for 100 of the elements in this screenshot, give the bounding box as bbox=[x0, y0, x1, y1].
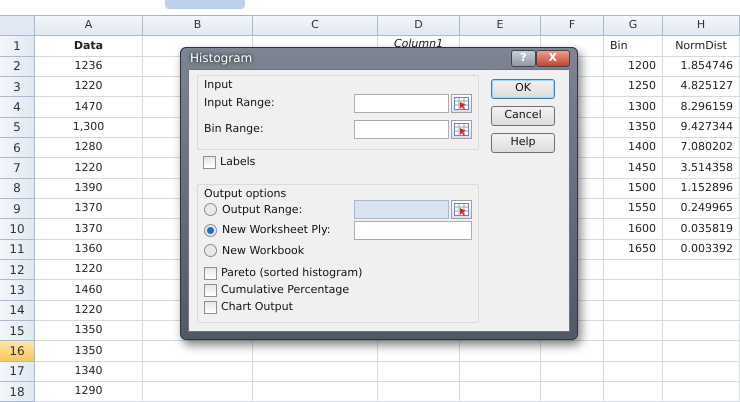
table-cell: 1350 bbox=[604, 118, 663, 138]
table-cell bbox=[604, 260, 663, 280]
column-header[interactable]: H bbox=[663, 16, 740, 36]
dialog-button[interactable]: OK bbox=[491, 78, 555, 98]
table-cell: 4.825127 bbox=[663, 76, 740, 98]
table-cell: 1220 bbox=[35, 260, 143, 280]
range-field[interactable] bbox=[354, 200, 449, 220]
dialog-button[interactable]: Help bbox=[491, 132, 555, 152]
table-cell: 1220 bbox=[35, 158, 143, 179]
table-cell bbox=[541, 382, 604, 402]
table-cell: 1340 bbox=[35, 362, 143, 382]
checkbox[interactable] bbox=[204, 267, 217, 280]
table-cell: 9.427344 bbox=[663, 118, 740, 138]
table-cell bbox=[604, 320, 663, 342]
row-header[interactable]: 11 bbox=[0, 240, 35, 260]
table-cell: 0.003392 bbox=[663, 240, 740, 260]
row-header[interactable]: 18 bbox=[0, 382, 35, 402]
dialog-button[interactable]: Cancel bbox=[491, 106, 555, 126]
window-title: Histogram bbox=[189, 50, 252, 68]
row-header[interactable]: 14 bbox=[0, 300, 35, 321]
column-header[interactable]: E bbox=[460, 16, 541, 36]
field-label: Bin Range: bbox=[204, 121, 265, 138]
row-header[interactable]: 7 bbox=[0, 158, 35, 179]
table-cell: 0.035819 bbox=[663, 219, 740, 240]
table-cell: 1,300 bbox=[35, 118, 143, 138]
row-header[interactable]: 3 bbox=[0, 76, 35, 98]
radio-button[interactable] bbox=[204, 203, 217, 216]
row-header[interactable]: 16 bbox=[0, 341, 35, 362]
range-picker-icon[interactable] bbox=[451, 120, 472, 139]
radio-button[interactable] bbox=[204, 224, 217, 237]
group-title: Input bbox=[204, 78, 234, 90]
table-cell: 1450 bbox=[604, 158, 663, 179]
column-header[interactable]: G bbox=[604, 16, 663, 36]
table-cell: 1470 bbox=[35, 97, 143, 118]
table-cell: 1600 bbox=[604, 219, 663, 240]
sheet-name-field[interactable] bbox=[354, 220, 472, 240]
table-cell: 1650 bbox=[604, 240, 663, 260]
row-header[interactable]: 6 bbox=[0, 138, 35, 158]
range-field[interactable] bbox=[354, 94, 449, 113]
table-cell: Bin bbox=[604, 36, 663, 57]
row-header[interactable]: 2 bbox=[0, 56, 35, 77]
table-cell bbox=[541, 341, 604, 362]
checkbox-label: Pareto (sorted histogram) bbox=[221, 265, 362, 282]
row-header[interactable]: 12 bbox=[0, 260, 35, 280]
column-header[interactable]: A bbox=[35, 16, 143, 36]
radio-label: Output Range: bbox=[222, 202, 302, 218]
group-title: Output options bbox=[204, 186, 288, 200]
table-cell bbox=[604, 362, 663, 382]
table-cell bbox=[541, 362, 604, 382]
table-cell: 1500 bbox=[604, 178, 663, 199]
range-picker-icon[interactable] bbox=[451, 94, 472, 113]
table-cell: 1.152896 bbox=[663, 178, 740, 199]
row-header[interactable]: 17 bbox=[0, 362, 35, 382]
row-header[interactable]: 10 bbox=[0, 219, 35, 240]
row-header[interactable]: 4 bbox=[0, 97, 35, 118]
table-cell bbox=[604, 280, 663, 301]
table-cell: 1200 bbox=[604, 56, 663, 77]
table-cell: 1370 bbox=[35, 198, 143, 220]
table-cell: 1280 bbox=[35, 138, 143, 158]
checkbox[interactable] bbox=[203, 156, 216, 168]
column-header[interactable]: B bbox=[143, 16, 253, 36]
table-cell: 1290 bbox=[35, 382, 143, 402]
select-all-corner[interactable] bbox=[0, 16, 35, 36]
radio-label: New Workbook bbox=[222, 242, 304, 258]
field-label: Input Range: bbox=[204, 95, 276, 112]
row-header[interactable]: 8 bbox=[0, 178, 35, 199]
row-header[interactable]: 5 bbox=[0, 118, 35, 138]
table-cell: 1550 bbox=[604, 198, 663, 220]
table-cell: 1300 bbox=[604, 97, 663, 118]
table-cell: 3.514358 bbox=[663, 158, 740, 179]
table-cell: 7.080202 bbox=[663, 138, 740, 158]
table-cell: 1400 bbox=[604, 138, 663, 158]
table-cell: 1460 bbox=[35, 280, 143, 301]
radio-button[interactable] bbox=[204, 244, 217, 258]
table-cell: Data bbox=[35, 36, 143, 57]
range-picker-icon[interactable] bbox=[451, 200, 472, 220]
table-cell: 1350 bbox=[35, 320, 143, 342]
row-header[interactable]: 1 bbox=[0, 36, 35, 57]
table-cell: 8.296159 bbox=[663, 97, 740, 118]
table-cell: 1236 bbox=[35, 56, 143, 77]
radio-label: New Worksheet Ply: bbox=[222, 222, 330, 238]
checkbox[interactable] bbox=[204, 284, 217, 297]
column-header[interactable]: C bbox=[253, 16, 378, 36]
table-cell: 1250 bbox=[604, 76, 663, 98]
column-header[interactable]: F bbox=[541, 16, 604, 36]
checkbox[interactable] bbox=[204, 301, 217, 314]
row-header[interactable]: 13 bbox=[0, 280, 35, 301]
table-cell: 1390 bbox=[35, 178, 143, 199]
table-cell: 1.854746 bbox=[663, 56, 740, 77]
table-cell: 1360 bbox=[35, 240, 143, 260]
column-header[interactable]: D bbox=[378, 16, 460, 36]
range-field[interactable] bbox=[354, 120, 449, 139]
table-cell: 1220 bbox=[35, 76, 143, 98]
table-cell: 1220 bbox=[35, 300, 143, 321]
table-cell bbox=[604, 382, 663, 402]
table-cell: 1350 bbox=[35, 341, 143, 362]
checkbox-label: Chart Output bbox=[221, 299, 293, 316]
row-header[interactable]: 9 bbox=[0, 198, 35, 220]
row-header[interactable]: 15 bbox=[0, 320, 35, 342]
checkbox-label: Labels bbox=[220, 154, 256, 170]
